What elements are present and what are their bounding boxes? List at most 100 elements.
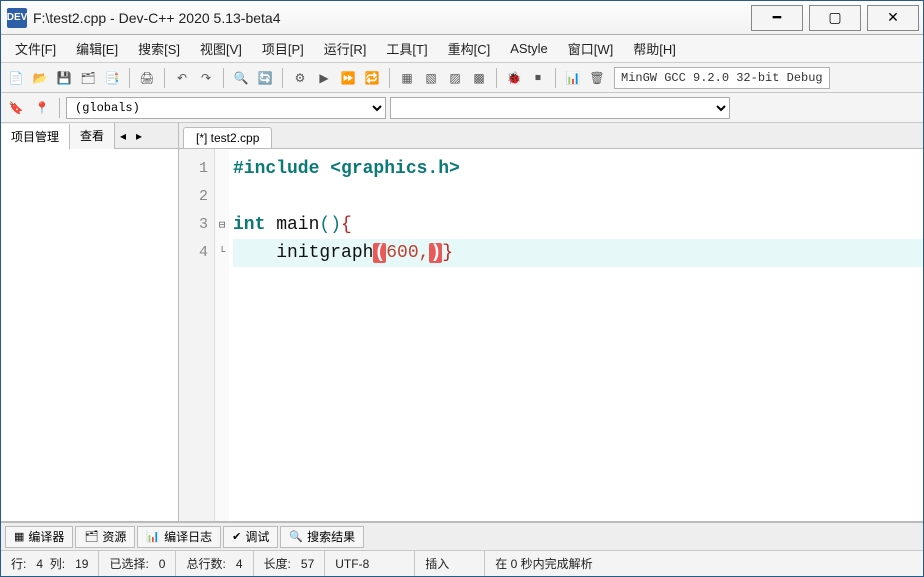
scope-toolbar: 🔖 📍 (globals) <box>1 93 923 123</box>
menu-tools[interactable]: 工具[T] <box>376 35 437 62</box>
tab-search-results[interactable]: 🔍搜索结果 <box>280 526 364 548</box>
debug-icon[interactable]: 🐞 <box>503 67 525 89</box>
compiler-icon: ▦ <box>14 526 24 548</box>
delete-profile-icon[interactable]: 🗑 <box>586 67 608 89</box>
menu-help[interactable]: 帮助[H] <box>623 35 686 62</box>
toolbar-sep <box>389 68 390 88</box>
new-file-icon[interactable]: 📄 <box>5 67 27 89</box>
globals-select[interactable]: (globals) <box>66 97 386 119</box>
line-number-gutter: 1 2 3 4 <box>179 149 215 521</box>
status-total-lines: 总行数: 4 <box>176 551 253 576</box>
editor-column: [*] test2.cpp 1 2 3 4 ⊟ └ #include <grap… <box>179 123 923 521</box>
toolbar-sep <box>282 68 283 88</box>
project-tree[interactable] <box>1 149 178 521</box>
save-icon[interactable]: 💾 <box>53 67 75 89</box>
status-insert-mode: 插入 <box>415 551 485 576</box>
app-icon: DEV <box>7 8 27 28</box>
grid3-icon[interactable]: ▨ <box>444 67 466 89</box>
menu-edit[interactable]: 编辑[E] <box>66 35 128 62</box>
code-editor[interactable]: 1 2 3 4 ⊟ └ #include <graphics.h> int ma… <box>179 149 923 521</box>
resources-icon: 🗂 <box>84 526 98 548</box>
tab-class-view[interactable]: 查看 <box>70 123 115 149</box>
fold-end-icon: └ <box>215 239 229 267</box>
menu-view[interactable]: 视图[V] <box>190 35 252 62</box>
window-title: F:\test2.cpp - Dev-C++ 2020 5.13-beta4 <box>33 10 745 26</box>
menu-file[interactable]: 文件[F] <box>5 35 66 62</box>
menu-window[interactable]: 窗口[W] <box>558 35 624 62</box>
minimize-button[interactable]: ━ <box>751 5 803 31</box>
log-icon: 📊 <box>146 526 160 548</box>
find-icon[interactable]: 🔍 <box>230 67 252 89</box>
menu-project[interactable]: 项目[P] <box>252 35 314 62</box>
line-number: 3 <box>179 211 208 239</box>
functions-select[interactable] <box>390 97 730 119</box>
tab-compile-log[interactable]: 📊编译日志 <box>137 526 221 548</box>
statusbar: 行: 4 列: 19 已选择: 0 总行数: 4 长度: 57 UTF-8 插入… <box>1 550 923 576</box>
save-as-icon[interactable]: 📑 <box>101 67 123 89</box>
side-tab-scroll-right-icon[interactable]: ▸ <box>131 129 147 143</box>
code-line <box>233 183 923 211</box>
toolbar-sep <box>129 68 130 88</box>
file-tab-test2[interactable]: [*] test2.cpp <box>183 127 272 148</box>
main-area: 项目管理 查看 ◂ ▸ [*] test2.cpp 1 2 3 4 <box>1 123 923 522</box>
status-encoding: UTF-8 <box>325 551 415 576</box>
code-area[interactable]: #include <graphics.h> int main(){ initgr… <box>229 149 923 521</box>
compiler-profile-select[interactable]: MinGW GCC 9.2.0 32-bit Debug <box>614 67 830 89</box>
save-all-icon[interactable]: 🗂 <box>77 67 99 89</box>
side-tabs: 项目管理 查看 ◂ ▸ <box>1 123 178 149</box>
maximize-button[interactable]: ▢ <box>809 5 861 31</box>
close-button[interactable]: ✕ <box>867 5 919 31</box>
toolbar-sep <box>555 68 556 88</box>
grid1-icon[interactable]: ▦ <box>396 67 418 89</box>
code-line: #include <graphics.h> <box>233 155 923 183</box>
toolbar-sep <box>223 68 224 88</box>
toolbar-sep <box>496 68 497 88</box>
grid2-icon[interactable]: ▧ <box>420 67 442 89</box>
tab-debug[interactable]: ✔调试 <box>223 526 278 548</box>
goto-bookmark-icon[interactable]: 🔖 <box>5 97 27 119</box>
open-file-icon[interactable]: 📂 <box>29 67 51 89</box>
tab-compiler[interactable]: ▦编译器 <box>5 526 73 548</box>
menu-astyle[interactable]: AStyle <box>500 35 558 62</box>
main-toolbar: 📄 📂 💾 🗂 📑 🖨 ↶ ↷ 🔍 🔄 ⚙ ▶ ⏩ 🔁 ▦ ▧ ▨ ▩ 🐞 ⏹ … <box>1 63 923 93</box>
app-window: DEV F:\test2.cpp - Dev-C++ 2020 5.13-bet… <box>0 0 924 577</box>
print-icon[interactable]: 🖨 <box>136 67 158 89</box>
toolbar-sep <box>59 98 60 118</box>
status-selection: 已选择: 0 <box>99 551 176 576</box>
status-line-col: 行: 4 列: 19 <box>1 551 99 576</box>
tab-project-manager[interactable]: 项目管理 <box>1 124 70 150</box>
compile-icon[interactable]: ⚙ <box>289 67 311 89</box>
menu-refactor[interactable]: 重构[C] <box>438 35 501 62</box>
profile-icon[interactable]: 📊 <box>562 67 584 89</box>
line-number: 4 <box>179 239 208 267</box>
menu-run[interactable]: 运行[R] <box>314 35 377 62</box>
bottom-tabs: ▦编译器 🗂资源 📊编译日志 ✔调试 🔍搜索结果 <box>1 522 923 550</box>
rebuild-icon[interactable]: 🔁 <box>361 67 383 89</box>
side-panel: 项目管理 查看 ◂ ▸ <box>1 123 179 521</box>
undo-icon[interactable]: ↶ <box>171 67 193 89</box>
menu-search[interactable]: 搜索[S] <box>128 35 190 62</box>
code-line: int main(){ <box>233 211 923 239</box>
toggle-bookmark-icon[interactable]: 📍 <box>31 97 53 119</box>
stop-debug-icon[interactable]: ⏹ <box>527 67 549 89</box>
fold-collapse-icon[interactable]: ⊟ <box>215 211 229 239</box>
fold-marker <box>215 183 229 211</box>
side-tab-scroll-left-icon[interactable]: ◂ <box>115 129 131 143</box>
line-number: 1 <box>179 155 208 183</box>
debug-tab-icon: ✔ <box>232 526 241 548</box>
run-icon[interactable]: ▶ <box>313 67 335 89</box>
fold-marker <box>215 155 229 183</box>
grid4-icon[interactable]: ▩ <box>468 67 490 89</box>
code-line-current: initgraph(600,)} <box>233 239 923 267</box>
fold-column: ⊟ └ <box>215 149 229 521</box>
titlebar: DEV F:\test2.cpp - Dev-C++ 2020 5.13-bet… <box>1 1 923 35</box>
toolbar-sep <box>164 68 165 88</box>
status-length: 长度: 57 <box>254 551 326 576</box>
tab-resources[interactable]: 🗂资源 <box>75 526 135 548</box>
line-number: 2 <box>179 183 208 211</box>
status-parse-time: 在 0 秒内完成解析 <box>485 551 923 576</box>
redo-icon[interactable]: ↷ <box>195 67 217 89</box>
compile-run-icon[interactable]: ⏩ <box>337 67 359 89</box>
replace-icon[interactable]: 🔄 <box>254 67 276 89</box>
file-tabs: [*] test2.cpp <box>179 123 923 149</box>
